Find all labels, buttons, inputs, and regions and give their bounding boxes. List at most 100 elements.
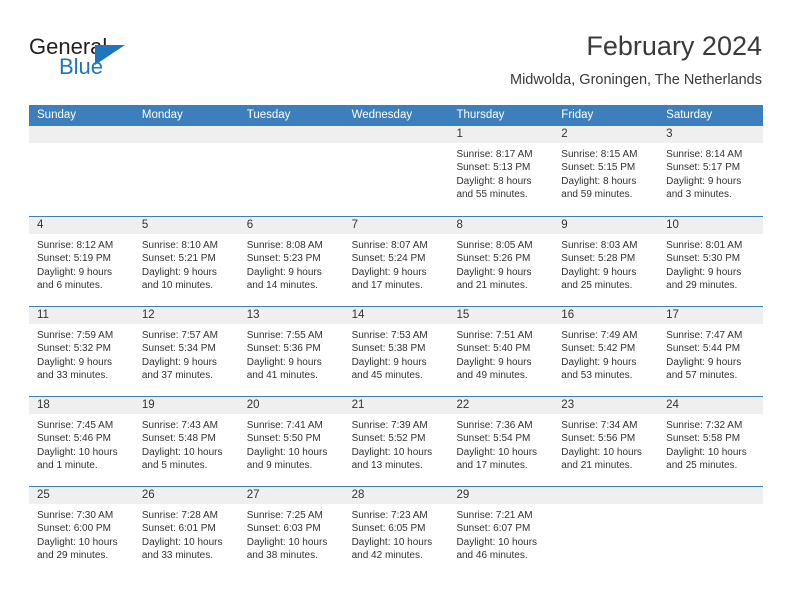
day-cell[interactable]: 20 Sunrise: 7:41 AM Sunset: 5:50 PM Dayl… bbox=[238, 397, 344, 486]
day-info: Sunrise: 8:10 AM Sunset: 5:21 PM Dayligh… bbox=[134, 234, 239, 293]
day-info: Sunrise: 7:55 AM Sunset: 5:36 PM Dayligh… bbox=[239, 324, 344, 383]
day-cell[interactable]: 4 Sunrise: 8:12 AM Sunset: 5:19 PM Dayli… bbox=[29, 217, 134, 306]
sunrise-text: Sunrise: 7:39 AM bbox=[351, 420, 428, 431]
day-cell[interactable]: 15 Sunrise: 7:51 AM Sunset: 5:40 PM Dayl… bbox=[448, 307, 554, 396]
sunrise-text: Sunrise: 7:25 AM bbox=[246, 510, 323, 521]
weekday-header-sunday: Sunday bbox=[37, 109, 77, 121]
day-cell bbox=[343, 126, 449, 216]
daylight-text: Daylight: 9 hours and 33 minutes. bbox=[37, 356, 113, 382]
sunset-text: Sunset: 5:30 PM bbox=[666, 253, 741, 265]
day-info: Sunrise: 7:45 AM Sunset: 5:46 PM Dayligh… bbox=[29, 414, 134, 473]
day-cell[interactable]: 16 Sunrise: 7:49 AM Sunset: 5:42 PM Dayl… bbox=[553, 307, 659, 396]
weekday-header-wednesday: Wednesday bbox=[351, 109, 413, 121]
day-cell[interactable]: 2 Sunrise: 8:15 AM Sunset: 5:15 PM Dayli… bbox=[553, 126, 659, 216]
day-number: 14 bbox=[351, 309, 365, 321]
sunrise-text: Sunrise: 8:05 AM bbox=[456, 240, 533, 251]
day-info: Sunrise: 7:36 AM Sunset: 5:54 PM Dayligh… bbox=[448, 414, 553, 473]
day-cell[interactable]: 1 Sunrise: 8:17 AM Sunset: 5:13 PM Dayli… bbox=[448, 126, 554, 216]
day-cell[interactable]: 8 Sunrise: 8:05 AM Sunset: 5:26 PM Dayli… bbox=[448, 217, 554, 306]
day-cell[interactable]: 5 Sunrise: 8:10 AM Sunset: 5:21 PM Dayli… bbox=[133, 217, 239, 306]
sunset-text: Sunset: 5:15 PM bbox=[561, 162, 636, 174]
day-number: 12 bbox=[141, 309, 155, 321]
calendar-page: General Blue February 2024 Midwolda, Gro… bbox=[0, 0, 792, 612]
sunset-text: Sunset: 5:36 PM bbox=[246, 343, 321, 355]
sunset-text: Sunset: 5:46 PM bbox=[37, 433, 111, 445]
day-number: 9 bbox=[561, 219, 568, 231]
day-cell[interactable]: 9 Sunrise: 8:03 AM Sunset: 5:28 PM Dayli… bbox=[553, 217, 659, 306]
sunset-text: Sunset: 5:17 PM bbox=[666, 162, 741, 174]
daylight-text: Daylight: 9 hours and 21 minutes. bbox=[456, 266, 532, 292]
day-cell[interactable]: 23 Sunrise: 7:34 AM Sunset: 5:56 PM Dayl… bbox=[553, 397, 659, 486]
day-cell[interactable]: 14 Sunrise: 7:53 AM Sunset: 5:38 PM Dayl… bbox=[343, 307, 449, 396]
day-number: 8 bbox=[456, 219, 463, 231]
weekday-header-row: Sunday Monday Tuesday Wednesday Thursday… bbox=[29, 105, 763, 126]
sunrise-text: Sunrise: 7:43 AM bbox=[141, 420, 219, 431]
daylight-text: Daylight: 9 hours and 41 minutes. bbox=[246, 356, 322, 382]
daylight-text: Daylight: 9 hours and 25 minutes. bbox=[561, 266, 637, 292]
sunset-text: Sunset: 6:00 PM bbox=[37, 523, 111, 535]
sunset-text: Sunset: 5:42 PM bbox=[561, 343, 636, 355]
day-number: 26 bbox=[141, 489, 155, 501]
daylight-text: Daylight: 10 hours and 13 minutes. bbox=[351, 446, 433, 472]
day-cell[interactable]: 17 Sunrise: 7:47 AM Sunset: 5:44 PM Dayl… bbox=[658, 307, 764, 396]
daylight-text: Daylight: 10 hours and 46 minutes. bbox=[456, 536, 538, 562]
sunset-text: Sunset: 5:38 PM bbox=[351, 343, 426, 355]
daylight-text: Daylight: 9 hours and 29 minutes. bbox=[666, 266, 742, 292]
sunrise-text: Sunrise: 8:14 AM bbox=[666, 149, 743, 160]
day-number: 2 bbox=[561, 128, 568, 140]
day-cell[interactable]: 6 Sunrise: 8:08 AM Sunset: 5:23 PM Dayli… bbox=[238, 217, 344, 306]
sunset-text: Sunset: 5:28 PM bbox=[561, 253, 636, 265]
sunset-text: Sunset: 5:50 PM bbox=[246, 433, 321, 445]
sunset-text: Sunset: 5:24 PM bbox=[351, 253, 426, 265]
daylight-text: Daylight: 9 hours and 17 minutes. bbox=[351, 266, 427, 292]
day-info: Sunrise: 8:17 AM Sunset: 5:13 PM Dayligh… bbox=[448, 143, 553, 202]
day-number: 18 bbox=[37, 399, 50, 411]
day-info: Sunrise: 7:34 AM Sunset: 5:56 PM Dayligh… bbox=[553, 414, 658, 473]
sunrise-text: Sunrise: 7:55 AM bbox=[246, 330, 323, 341]
day-number: 27 bbox=[246, 489, 260, 501]
day-cell[interactable]: 19 Sunrise: 7:43 AM Sunset: 5:48 PM Dayl… bbox=[133, 397, 239, 486]
sunset-text: Sunset: 5:44 PM bbox=[666, 343, 741, 355]
day-cell[interactable]: 27 Sunrise: 7:25 AM Sunset: 6:03 PM Dayl… bbox=[238, 487, 344, 578]
sunset-text: Sunset: 5:54 PM bbox=[456, 433, 531, 445]
daylight-text: Daylight: 10 hours and 21 minutes. bbox=[561, 446, 642, 472]
day-cell[interactable]: 25 Sunrise: 7:30 AM Sunset: 6:00 PM Dayl… bbox=[29, 487, 134, 578]
title-block: February 2024 Midwolda, Groningen, The N… bbox=[510, 30, 762, 90]
day-cell[interactable]: 11 Sunrise: 7:59 AM Sunset: 5:32 PM Dayl… bbox=[29, 307, 134, 396]
day-cell[interactable]: 28 Sunrise: 7:23 AM Sunset: 6:05 PM Dayl… bbox=[343, 487, 449, 578]
sunset-text: Sunset: 5:23 PM bbox=[246, 253, 321, 265]
day-info: Sunrise: 8:07 AM Sunset: 5:24 PM Dayligh… bbox=[344, 234, 449, 293]
day-cell[interactable]: 26 Sunrise: 7:28 AM Sunset: 6:01 PM Dayl… bbox=[133, 487, 239, 578]
day-cell[interactable]: 10 Sunrise: 8:01 AM Sunset: 5:30 PM Dayl… bbox=[658, 217, 764, 306]
day-info: Sunrise: 7:25 AM Sunset: 6:03 PM Dayligh… bbox=[239, 504, 344, 563]
day-info: Sunrise: 7:57 AM Sunset: 5:34 PM Dayligh… bbox=[134, 324, 239, 383]
sunset-text: Sunset: 5:26 PM bbox=[456, 253, 531, 265]
sunset-text: Sunset: 5:21 PM bbox=[141, 253, 216, 265]
day-cell[interactable]: 29 Sunrise: 7:21 AM Sunset: 6:07 PM Dayl… bbox=[448, 487, 554, 578]
day-cell[interactable]: 7 Sunrise: 8:07 AM Sunset: 5:24 PM Dayli… bbox=[343, 217, 449, 306]
sunset-text: Sunset: 6:05 PM bbox=[351, 523, 426, 535]
day-number: 5 bbox=[141, 219, 149, 231]
day-info: Sunrise: 7:30 AM Sunset: 6:00 PM Dayligh… bbox=[29, 504, 134, 563]
day-number: 15 bbox=[456, 309, 470, 321]
day-cell[interactable]: 12 Sunrise: 7:57 AM Sunset: 5:34 PM Dayl… bbox=[133, 307, 239, 396]
day-number: 29 bbox=[456, 489, 470, 501]
daylight-text: Daylight: 10 hours and 29 minutes. bbox=[37, 536, 118, 562]
day-number: 16 bbox=[561, 309, 575, 321]
day-info: Sunrise: 8:15 AM Sunset: 5:15 PM Dayligh… bbox=[553, 143, 658, 202]
daylight-text: Daylight: 10 hours and 38 minutes. bbox=[246, 536, 328, 562]
sunset-text: Sunset: 5:40 PM bbox=[456, 343, 531, 355]
day-cell[interactable]: 22 Sunrise: 7:36 AM Sunset: 5:54 PM Dayl… bbox=[448, 397, 554, 486]
daylight-text: Daylight: 10 hours and 9 minutes. bbox=[246, 446, 328, 472]
day-cell[interactable]: 3 Sunrise: 8:14 AM Sunset: 5:17 PM Dayli… bbox=[658, 126, 764, 216]
general-blue-logo[interactable]: General Blue bbox=[29, 34, 159, 90]
day-number: 17 bbox=[666, 309, 679, 321]
week-row: 25 Sunrise: 7:30 AM Sunset: 6:00 PM Dayl… bbox=[29, 486, 764, 578]
day-info: Sunrise: 7:53 AM Sunset: 5:38 PM Dayligh… bbox=[344, 324, 449, 383]
day-cell[interactable]: 24 Sunrise: 7:32 AM Sunset: 5:58 PM Dayl… bbox=[658, 397, 764, 486]
day-cell[interactable]: 13 Sunrise: 7:55 AM Sunset: 5:36 PM Dayl… bbox=[238, 307, 344, 396]
daylight-text: Daylight: 9 hours and 45 minutes. bbox=[351, 356, 427, 382]
sunrise-text: Sunrise: 7:51 AM bbox=[456, 330, 533, 341]
day-cell[interactable]: 18 Sunrise: 7:45 AM Sunset: 5:46 PM Dayl… bbox=[29, 397, 134, 486]
day-cell[interactable]: 21 Sunrise: 7:39 AM Sunset: 5:52 PM Dayl… bbox=[343, 397, 449, 486]
